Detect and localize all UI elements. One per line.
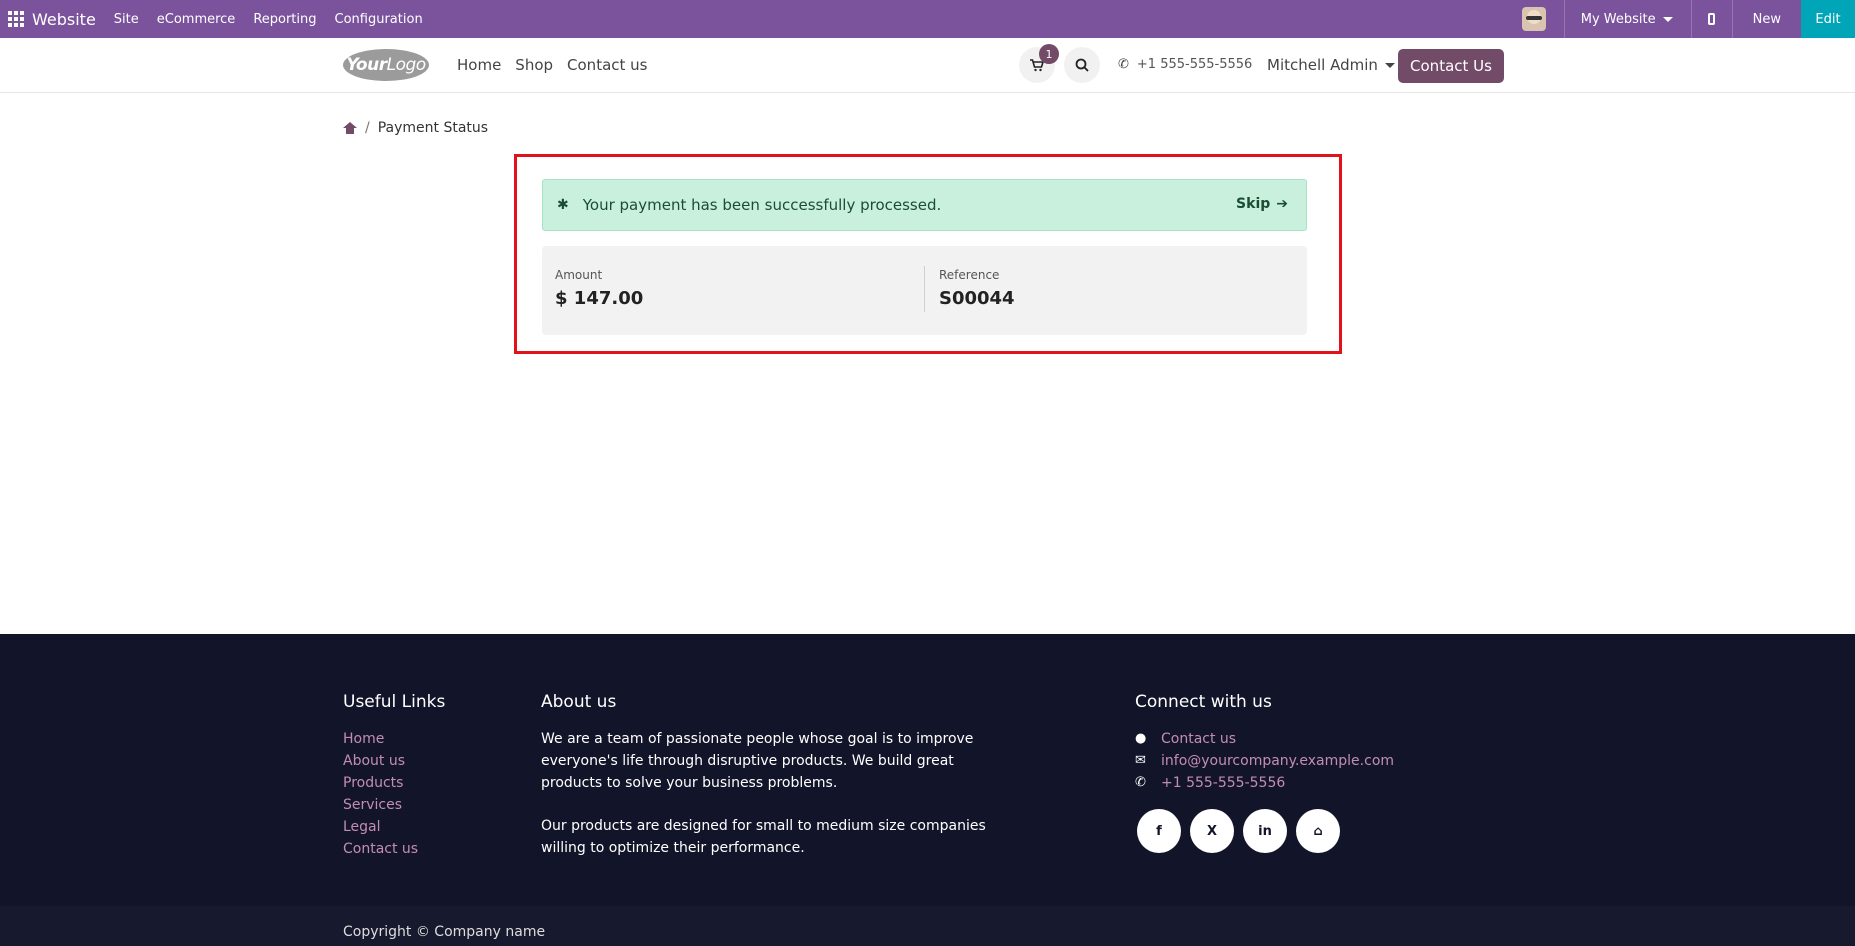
arrow-right-icon: ➔ <box>1276 196 1288 212</box>
header-phone-number: +1 555-555-5556 <box>1136 57 1253 72</box>
chevron-down-icon <box>1384 62 1395 68</box>
skip-link[interactable]: Skip ➔ <box>1236 196 1288 212</box>
connect-list: ● Contact us ✉ info@yourcompany.example.… <box>1135 728 1394 794</box>
header-phone[interactable]: ✆ +1 555-555-5556 <box>1118 57 1252 72</box>
about-paragraph-2: Our products are designed for small to m… <box>541 818 986 856</box>
user-menu-name: Mitchell Admin <box>1267 56 1378 74</box>
about-paragraph-1: We are a team of passionate people whose… <box>541 731 974 791</box>
chevron-down-icon <box>1662 16 1673 22</box>
breadcrumb: / Payment Status <box>343 120 488 136</box>
amount-value: $ 147.00 <box>555 288 644 309</box>
footer-link-about-us[interactable]: About us <box>343 750 418 772</box>
nav-shop[interactable]: Shop <box>515 56 553 74</box>
footer-link-home[interactable]: Home <box>343 728 418 750</box>
nav-home[interactable]: Home <box>457 56 501 74</box>
gear-icon: ✱ <box>557 197 569 213</box>
connect-phone-row[interactable]: ✆ +1 555-555-5556 <box>1135 772 1394 794</box>
website-switcher[interactable]: My Website <box>1565 0 1691 38</box>
breadcrumb-separator: / <box>365 120 370 136</box>
connect-contact: Contact us <box>1161 731 1237 747</box>
site-footer: Useful Links Home About us Products Serv… <box>0 634 1855 906</box>
nav-contact-us[interactable]: Contact us <box>567 56 647 74</box>
new-button[interactable]: New <box>1733 0 1801 38</box>
envelope-icon: ✉ <box>1135 753 1146 768</box>
search-icon <box>1075 58 1089 72</box>
home-icon[interactable] <box>343 122 357 134</box>
linkedin-icon[interactable]: in <box>1243 809 1287 853</box>
mobile-icon <box>1708 13 1716 25</box>
payment-success-message: Your payment has been successfully proce… <box>582 196 942 214</box>
phone-icon: ✆ <box>1135 775 1146 790</box>
footer-link-legal[interactable]: Legal <box>343 816 418 838</box>
copyright-text: Copyright © Company name <box>343 924 546 940</box>
connect-phone: +1 555-555-5556 <box>1161 775 1286 791</box>
contact-us-button[interactable]: Contact Us <box>1398 49 1504 83</box>
admin-right-group: My Website New Edit <box>1521 0 1855 38</box>
phone-icon: ✆ <box>1118 57 1129 72</box>
about-title: About us <box>541 692 617 712</box>
mobile-preview-button[interactable] <box>1692 0 1732 38</box>
admin-menu-site[interactable]: Site <box>114 12 139 27</box>
connect-contact-row[interactable]: ● Contact us <box>1135 728 1394 750</box>
about-text: We are a team of passionate people whose… <box>541 728 1011 880</box>
connect-title: Connect with us <box>1135 692 1272 712</box>
copyright-bar: Copyright © Company name <box>0 906 1855 946</box>
payment-success-alert: ✱ Your payment has been successfully pro… <box>542 179 1307 231</box>
logo-text-bold: Your <box>346 55 387 75</box>
footer-link-services[interactable]: Services <box>343 794 418 816</box>
admin-menu-reporting[interactable]: Reporting <box>253 12 316 27</box>
comment-icon: ● <box>1135 731 1147 746</box>
edit-button[interactable]: Edit <box>1801 0 1855 38</box>
logo-text-light: Logo <box>386 55 427 75</box>
admin-bar: Website Site eCommerce Reporting Configu… <box>0 0 1855 38</box>
skip-label: Skip <box>1236 196 1271 212</box>
admin-menu-configuration[interactable]: Configuration <box>335 12 423 27</box>
connect-email: info@yourcompany.example.com <box>1161 753 1395 769</box>
reference-label: Reference <box>939 268 1000 282</box>
user-avatar[interactable] <box>1521 7 1546 31</box>
site-header: Your Logo Home Shop Contact us 1 ✆ +1 555… <box>0 38 1855 93</box>
amount-column: Amount $ 147.00 <box>555 268 643 309</box>
facebook-icon[interactable]: f <box>1137 809 1181 853</box>
useful-links-title: Useful Links <box>343 692 446 712</box>
admin-brand[interactable]: Website <box>32 10 96 29</box>
home-icon[interactable]: ⌂ <box>1296 809 1340 853</box>
amount-label: Amount <box>555 268 603 282</box>
website-switcher-label: My Website <box>1580 11 1656 27</box>
divider <box>924 266 925 312</box>
breadcrumb-current: Payment Status <box>377 120 489 136</box>
x-twitter-icon[interactable]: X <box>1190 809 1234 853</box>
useful-links-list: Home About us Products Services Legal Co… <box>343 728 418 860</box>
user-menu[interactable]: Mitchell Admin <box>1267 56 1395 74</box>
admin-menu-ecommerce[interactable]: eCommerce <box>157 12 236 27</box>
search-button[interactable] <box>1064 47 1100 83</box>
apps-grid-icon[interactable] <box>8 11 24 27</box>
reference-column: Reference S00044 <box>939 268 1015 309</box>
footer-link-products[interactable]: Products <box>343 772 418 794</box>
site-logo[interactable]: Your Logo <box>343 49 429 81</box>
footer-link-contact-us[interactable]: Contact us <box>343 838 418 860</box>
connect-email-row[interactable]: ✉ info@yourcompany.example.com <box>1135 750 1394 772</box>
main-nav: Home Shop Contact us <box>457 56 661 74</box>
reference-value: S00044 <box>939 288 1015 309</box>
payment-details: Amount $ 147.00 Reference S00044 <box>542 246 1307 335</box>
cart-count-badge: 1 <box>1039 44 1059 64</box>
social-links: f X in ⌂ <box>1137 809 1349 853</box>
